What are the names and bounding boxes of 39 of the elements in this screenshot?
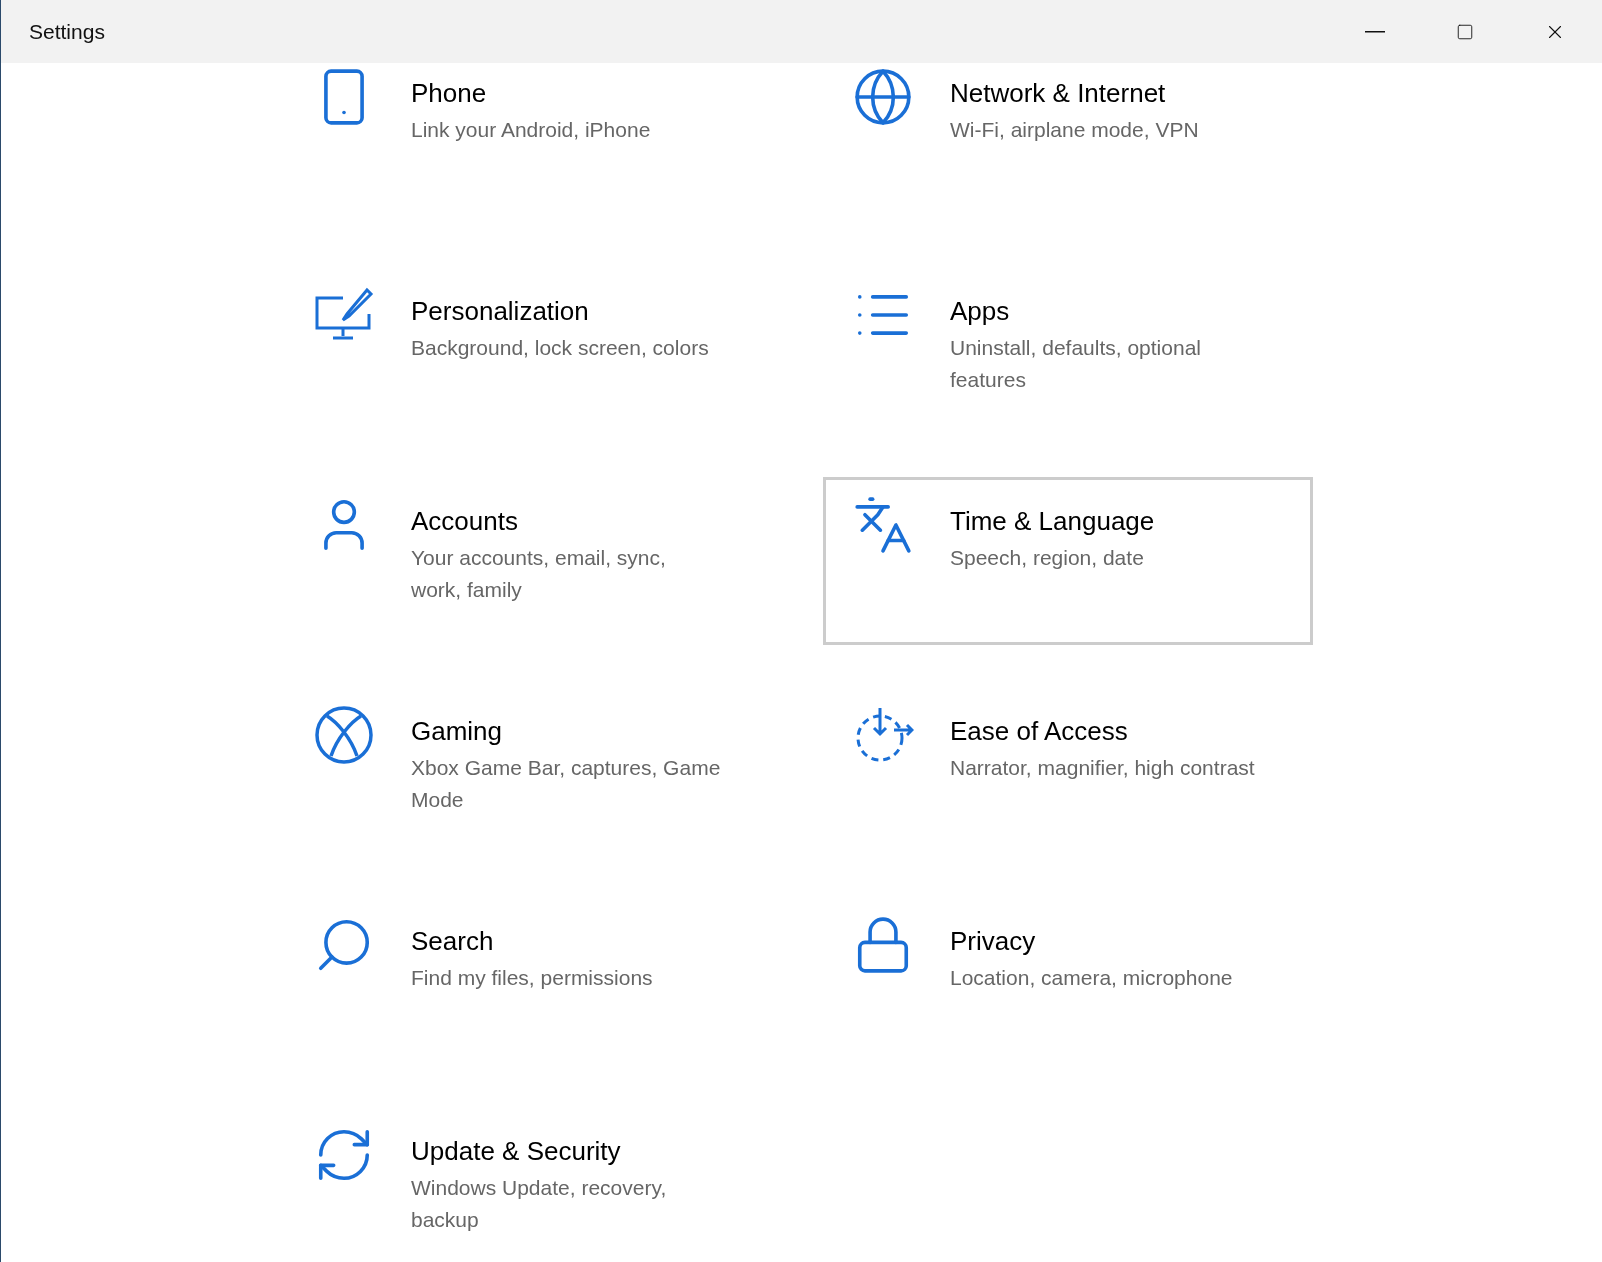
category-title: Phone: [411, 77, 488, 110]
globe-icon: [852, 66, 914, 128]
maximize-icon: [1456, 22, 1474, 41]
category-title: Update & Security: [411, 1135, 622, 1168]
category-tile[interactable]: Apps Uninstall, defaults, optional features: [823, 267, 1313, 435]
category-tile[interactable]: Time & Language Speech, region, date: [823, 477, 1313, 645]
category-description: Xbox Game Bar, captures, Game Mode: [411, 755, 721, 813]
category-title: Apps: [950, 295, 1011, 328]
category-description: Your accounts, email, sync, work, family: [411, 545, 667, 603]
category-title: Time & Language: [950, 505, 1155, 538]
category-title: Personalization: [411, 295, 590, 328]
category-tile[interactable]: Gaming Xbox Game Bar, captures, Game Mode: [284, 687, 774, 855]
minimize-icon: [1365, 30, 1385, 33]
category-title: Network & Internet: [950, 77, 1167, 110]
language-icon: [852, 494, 914, 556]
category-tile[interactable]: Network & Internet Wi-Fi, airplane mode, VPN: [823, 63, 1313, 225]
category-tile[interactable]: Privacy Location, camera, microphone: [823, 897, 1313, 1065]
category-description: Background, lock screen, colors: [411, 335, 709, 361]
category-description: Narrator, magnifier, high contrast: [950, 755, 1255, 781]
category-tile[interactable]: Phone Link your Android, iPhone: [284, 63, 774, 225]
category-title: Ease of Access: [950, 715, 1129, 748]
category-title: Privacy: [950, 925, 1037, 958]
category-tile[interactable]: Accounts Your accounts, email, sync, work, family: [284, 477, 774, 645]
category-tile[interactable]: Personalization Background, lock screen, colors: [284, 267, 774, 435]
category-description: Link your Android, iPhone: [411, 117, 651, 143]
category-title: Gaming: [411, 715, 504, 748]
controller-circle-icon: [313, 704, 375, 766]
category-tile[interactable]: Ease of Access Narrator, magnifier, high contrast: [823, 687, 1313, 855]
category-description: Uninstall, defaults, optional features: [950, 335, 1202, 393]
category-description: Windows Update, recovery, backup: [411, 1175, 668, 1233]
category-tile[interactable]: Update & Security Windows Update, recovery, backup: [284, 1107, 774, 1262]
category-description: Wi-Fi, airplane mode, VPN: [950, 117, 1199, 143]
category-tile[interactable]: Search Find my files, permissions: [284, 897, 774, 1065]
category-description: Find my files, permissions: [411, 965, 653, 991]
category-title: Search: [411, 925, 495, 958]
category-title: Accounts: [411, 505, 519, 538]
category-description: Location, camera, microphone: [950, 965, 1233, 991]
category-description: Speech, region, date: [950, 545, 1145, 571]
window-title: Settings: [29, 18, 105, 45]
